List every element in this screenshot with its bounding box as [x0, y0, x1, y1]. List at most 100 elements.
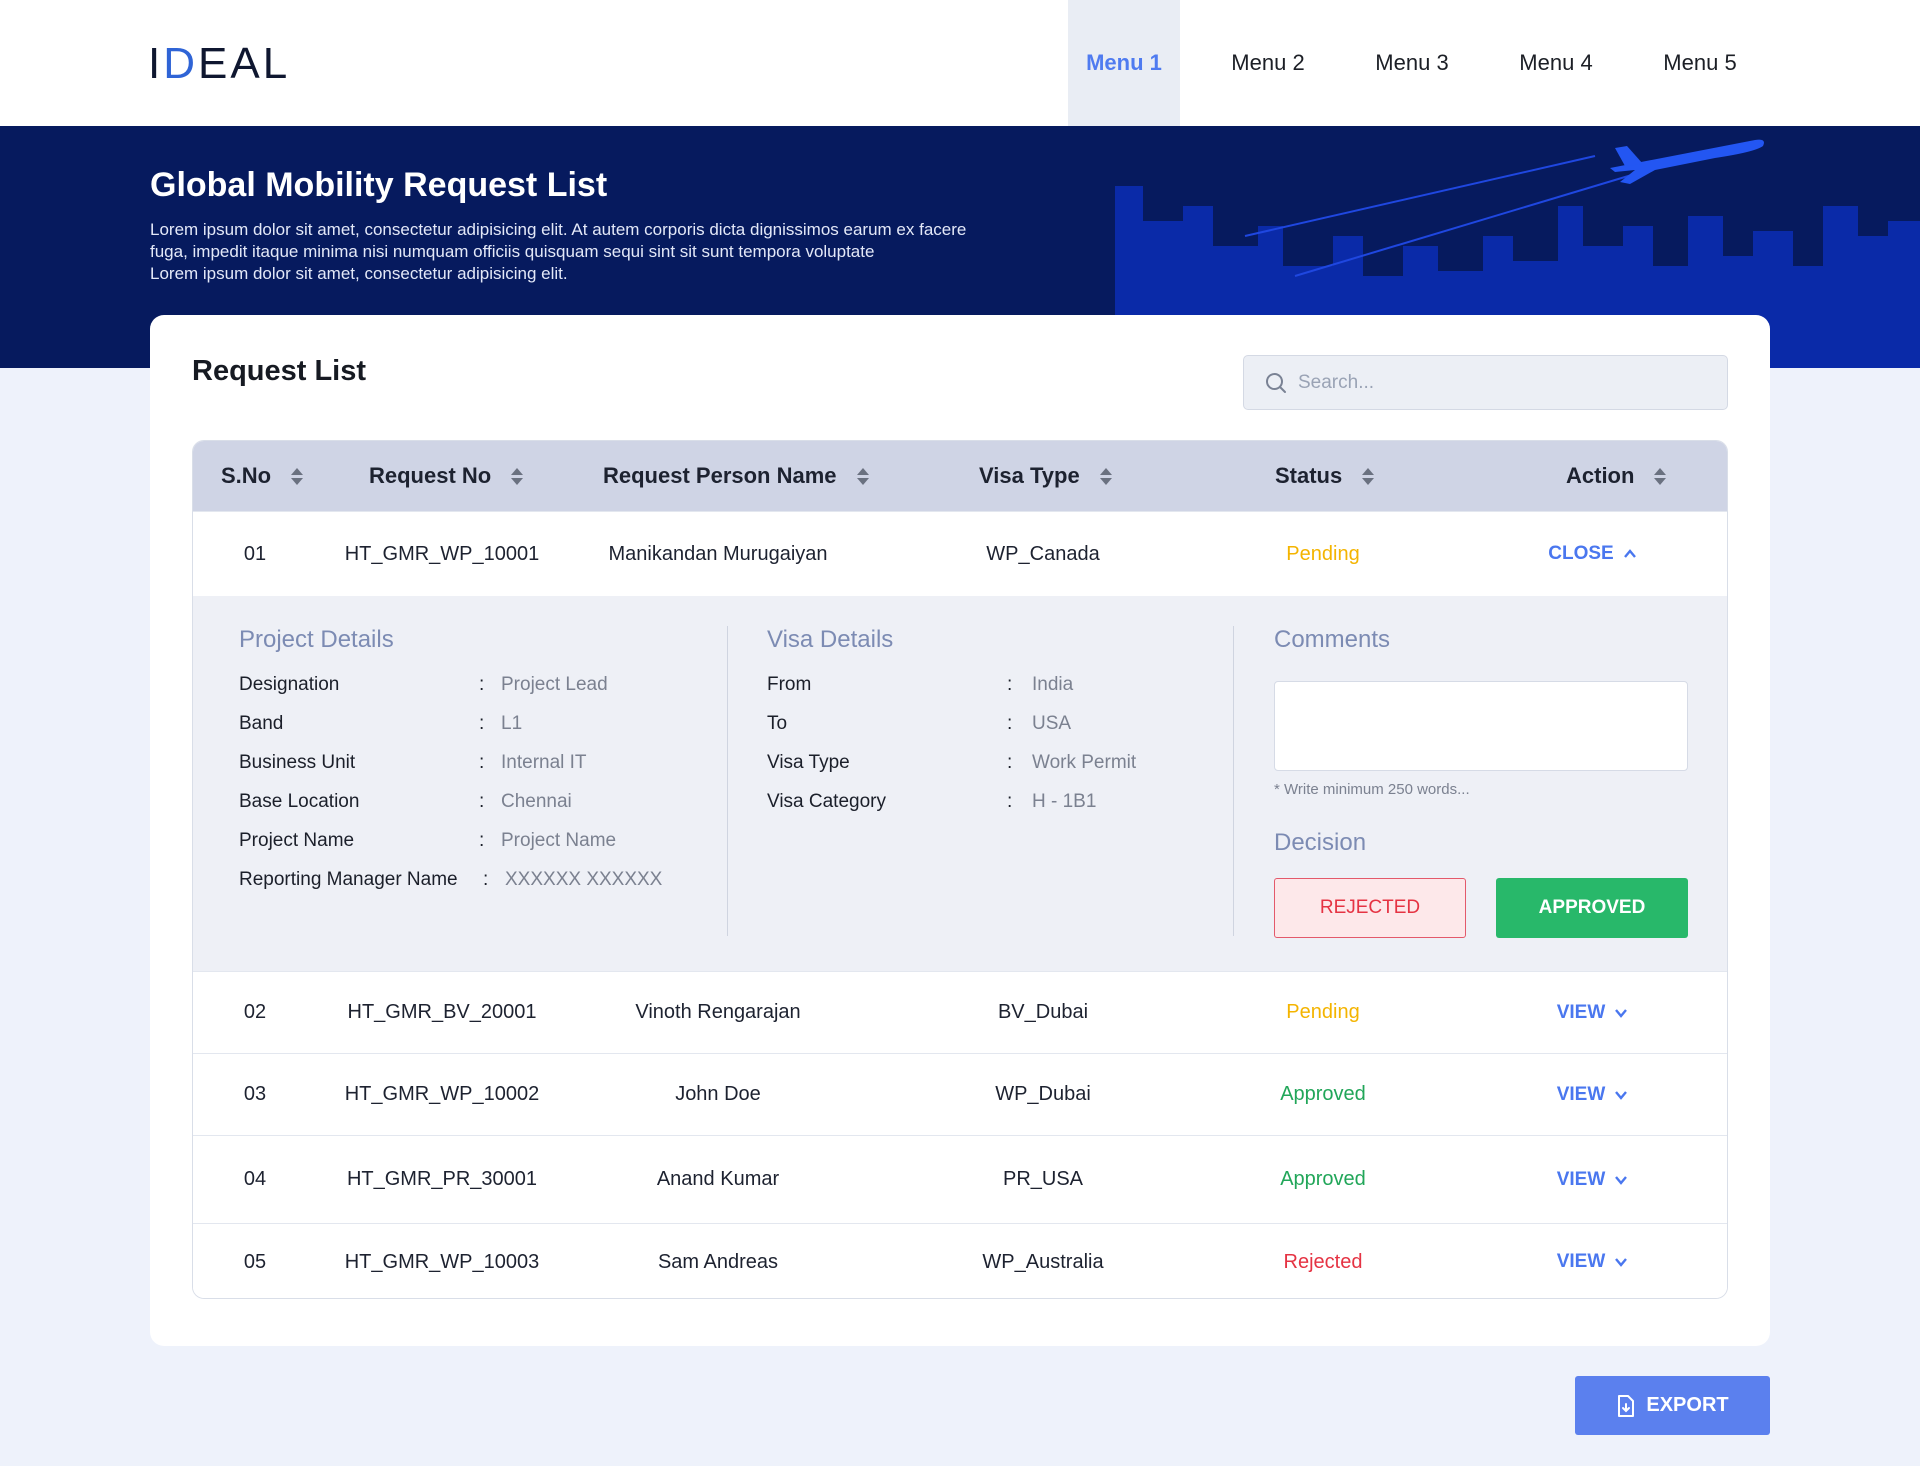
- chevron-down-icon: [1615, 1090, 1628, 1100]
- detail-value: Internal IT: [501, 752, 587, 773]
- sort-icon[interactable]: [291, 467, 304, 485]
- cell-person-name: John Doe: [675, 1083, 761, 1105]
- nav-menu-3[interactable]: Menu 3: [1340, 0, 1484, 126]
- column-header-request-no[interactable]: Request No: [369, 441, 524, 511]
- request-details-panel: Project Details Designation: Project Lead…: [193, 596, 1727, 971]
- view-button[interactable]: VIEW: [1557, 1084, 1630, 1106]
- sort-icon[interactable]: [856, 467, 869, 485]
- action-cell: VIEW: [1493, 1136, 1693, 1223]
- cell-visa-type: BV_Dubai: [997, 1001, 1089, 1023]
- top-navbar: IDEAL Menu 1 Menu 2 Menu 3 Menu 4 Menu 5: [0, 0, 1920, 126]
- action-label: VIEW: [1556, 1083, 1606, 1105]
- nav-menu-1[interactable]: Menu 1: [1068, 0, 1180, 126]
- sort-icon[interactable]: [1362, 467, 1375, 485]
- detail-label: From: [767, 674, 812, 695]
- close-button[interactable]: CLOSE: [1548, 543, 1637, 565]
- cell-visa-type: WP_Canada: [986, 542, 1100, 565]
- detail-designation: Designation: Project Lead: [239, 674, 608, 696]
- detail-colon: :: [483, 869, 489, 890]
- view-button[interactable]: VIEW: [1557, 1251, 1630, 1273]
- ideal-logo[interactable]: IDEAL: [148, 39, 291, 88]
- detail-label: To: [767, 713, 788, 734]
- detail-value: Project Lead: [501, 674, 608, 695]
- column-divider: [727, 626, 728, 936]
- sort-icon[interactable]: [1099, 467, 1112, 485]
- description-line: fuga, impedit itaque minima nisi numquam…: [150, 242, 875, 261]
- column-header-label: S.No: [221, 463, 272, 488]
- view-button[interactable]: VIEW: [1557, 1002, 1630, 1024]
- request-table: S.No Request No Request Person Name Visa…: [192, 440, 1728, 1299]
- rejected-button[interactable]: REJECTED: [1274, 878, 1466, 938]
- action-cell: CLOSE: [1493, 512, 1693, 596]
- view-button[interactable]: VIEW: [1557, 1169, 1630, 1191]
- detail-value: Project Name: [501, 830, 617, 851]
- detail-colon: :: [479, 674, 485, 695]
- file-export-icon: [1618, 1394, 1635, 1417]
- search-input[interactable]: [1298, 371, 1718, 394]
- detail-project-name: Project Name: Project Name: [239, 830, 616, 852]
- table-row: 03 HT_GMR_WP_10002 John Doe WP_Dubai App…: [193, 1053, 1727, 1135]
- logo-letter: I: [148, 39, 164, 88]
- column-header-person-name[interactable]: Request Person Name: [603, 441, 869, 511]
- detail-value: XXXXXX XXXXXX: [505, 869, 663, 890]
- logo-letter: D: [163, 39, 199, 88]
- chevron-down-icon: [1615, 1258, 1628, 1267]
- action-cell: VIEW: [1493, 1224, 1693, 1298]
- detail-colon: :: [479, 830, 485, 851]
- request-list-card: Request List S.No Request No Request Per…: [150, 315, 1770, 1346]
- detail-visa-type: Visa Type: Work Permit: [767, 752, 1136, 774]
- description-line: Lorem ipsum dolor sit amet, consectetur …: [150, 264, 568, 283]
- cell-request-no: HT_GMR_PR_30001: [346, 1168, 538, 1190]
- status-badge: Pending: [1286, 542, 1360, 565]
- detail-colon: :: [1007, 674, 1013, 695]
- action-label: VIEW: [1556, 1001, 1606, 1023]
- detail-business-unit: Business Unit: Internal IT: [239, 752, 587, 774]
- comments-title: Comments: [1274, 626, 1391, 653]
- chevron-up-icon: [1623, 549, 1636, 558]
- detail-value: USA: [1032, 713, 1072, 734]
- detail-band: Band: L1: [239, 713, 522, 735]
- cell-sno: 01: [243, 542, 267, 565]
- table-row: 04 HT_GMR_PR_30001 Anand Kumar PR_USA Ap…: [193, 1135, 1727, 1223]
- cell-request-no: HT_GMR_WP_10003: [344, 1250, 540, 1273]
- detail-visa-category: Visa Category: H - 1B1: [767, 791, 1096, 813]
- search-icon: [1266, 372, 1286, 393]
- table-row: 01 HT_GMR_WP_10001 Manikandan Murugaiyan…: [193, 511, 1727, 596]
- status-badge: Rejected: [1283, 1250, 1363, 1273]
- detail-value: H - 1B1: [1032, 791, 1097, 812]
- logo-letter: L: [262, 39, 291, 88]
- table-header: S.No Request No Request Person Name Visa…: [193, 441, 1727, 511]
- column-header-status[interactable]: Status: [1275, 441, 1375, 511]
- nav-menu-4[interactable]: Menu 4: [1484, 0, 1628, 126]
- column-header-action[interactable]: Action: [1566, 441, 1667, 511]
- sort-icon[interactable]: [511, 467, 524, 485]
- action-label: VIEW: [1556, 1251, 1606, 1272]
- action-label: VIEW: [1556, 1168, 1606, 1190]
- nav-menu-2[interactable]: Menu 2: [1196, 0, 1340, 126]
- project-details-title: Project Details: [239, 626, 394, 653]
- cell-sno: 02: [243, 1001, 267, 1023]
- column-header-visa-type[interactable]: Visa Type: [979, 441, 1112, 511]
- detail-label: Band: [239, 713, 284, 734]
- table-row: 05 HT_GMR_WP_10003 Sam Andreas WP_Austra…: [193, 1223, 1727, 1298]
- detail-label: Reporting Manager Name: [239, 869, 458, 890]
- search-box[interactable]: [1243, 355, 1728, 410]
- export-button[interactable]: EXPORT: [1575, 1376, 1770, 1435]
- detail-colon: :: [1007, 791, 1013, 812]
- detail-colon: :: [1007, 713, 1013, 734]
- column-divider: [1233, 626, 1234, 936]
- nav-menu-5[interactable]: Menu 5: [1628, 0, 1772, 126]
- approved-button[interactable]: APPROVED: [1496, 878, 1688, 938]
- sort-icon[interactable]: [1654, 467, 1667, 485]
- description-line: Lorem ipsum dolor sit amet, consectetur …: [150, 220, 967, 239]
- comments-textarea[interactable]: [1274, 681, 1688, 771]
- column-header-sno[interactable]: S.No: [221, 441, 304, 511]
- visa-details-title: Visa Details: [767, 626, 894, 653]
- page-description: Lorem ipsum dolor sit amet, consectetur …: [150, 219, 1050, 285]
- logo-letter: A: [230, 39, 263, 88]
- column-header-label: Visa Type: [979, 463, 1080, 488]
- decision-title: Decision: [1274, 829, 1367, 856]
- detail-label: Project Name: [239, 830, 355, 851]
- detail-base-location: Base Location: Chennai: [239, 791, 572, 813]
- status-badge: Approved: [1280, 1083, 1366, 1105]
